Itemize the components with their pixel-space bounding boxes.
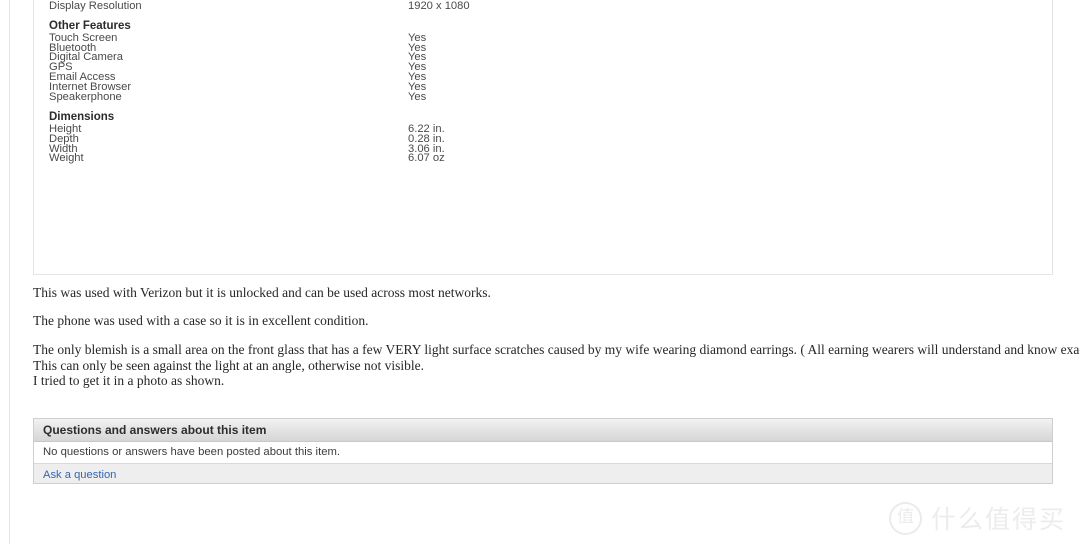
site-watermark: 值 什么值得买	[888, 500, 1066, 536]
spec-row: Internet Browser Yes	[49, 81, 1040, 93]
description-line: This can only be seen against the light …	[33, 357, 425, 373]
spec-row: Width 3.06 in.	[49, 143, 1040, 155]
qa-empty-state: No questions or answers have been posted…	[34, 442, 1052, 464]
ask-a-question-link[interactable]: Ask a question	[43, 469, 116, 481]
spec-group-dimensions: Dimensions Height 6.22 in. Depth 0.28 in…	[49, 111, 1040, 164]
qa-footer: Ask a question	[34, 464, 1052, 483]
spec-value: Yes	[408, 51, 427, 64]
spec-value: Yes	[408, 71, 427, 84]
description-line: The only blemish is a small area on the …	[33, 342, 1080, 357]
spec-row: Speakerphone Yes	[49, 90, 1040, 103]
spec-value: Yes	[408, 80, 427, 93]
spec-group-title: Dimensions	[49, 111, 115, 124]
qa-header-title: Questions and answers about this item	[34, 419, 1052, 442]
spec-value: 6.22 in.	[408, 122, 445, 135]
spec-value: 1920 x 1080	[408, 0, 470, 12]
questions-and-answers-module: Questions and answers about this item No…	[33, 418, 1053, 484]
spec-row: Email Access Yes	[49, 72, 1040, 83]
spec-label: Speakerphone	[49, 90, 122, 103]
spec-value: Yes	[408, 41, 427, 54]
spec-row: Height 6.22 in.	[49, 123, 1040, 135]
spec-value: Yes	[408, 90, 427, 103]
description-paragraph: The phone was used with a case so it is …	[33, 313, 369, 328]
spec-label: Display Resolution	[49, 0, 142, 12]
spec-group-other-features: Other Features Touch Screen Yes Bluetoot…	[49, 20, 1040, 102]
spec-value: Yes	[408, 61, 427, 74]
page-left-rule	[9, 0, 10, 544]
spec-value: 3.06 in.	[408, 142, 445, 155]
description-paragraph: This was used with Verizon but it is unl…	[33, 285, 491, 300]
spec-row: Digital Camera Yes	[49, 52, 1040, 63]
watermark-badge-icon: 值	[888, 501, 922, 535]
item-specifics-content: Network Technology GSM / EDGE / GSM / CD…	[49, 0, 1040, 274]
spec-row: Depth 0.28 in.	[49, 133, 1040, 145]
spec-value: 6.07 oz	[408, 152, 445, 165]
description-line: I tried to get it in a photo as shown.	[33, 373, 225, 388]
spec-group-title: Other Features	[49, 20, 131, 33]
spec-row: GPS Yes	[49, 62, 1040, 73]
spec-row: Display Resolution 1920 x 1080	[49, 0, 1040, 12]
spec-value: Yes	[408, 31, 427, 44]
item-specifics-panel: Network Technology GSM / EDGE / GSM / CD…	[33, 0, 1053, 275]
spec-value: 0.28 in.	[408, 132, 445, 145]
seller-description: This was used with Verizon but it is unl…	[33, 285, 1080, 389]
spec-row: Weight 6.07 oz	[49, 152, 1040, 165]
spec-row: Bluetooth Yes	[49, 42, 1040, 54]
spec-label: Weight	[49, 152, 84, 165]
watermark-text: 什么值得买	[930, 505, 1066, 534]
spec-group-display: Display Display Technology Retina HD Scr…	[49, 0, 1040, 11]
description-paragraph: The only blemish is a small area on the …	[33, 342, 1080, 389]
spec-row: Touch Screen Yes	[49, 32, 1040, 44]
